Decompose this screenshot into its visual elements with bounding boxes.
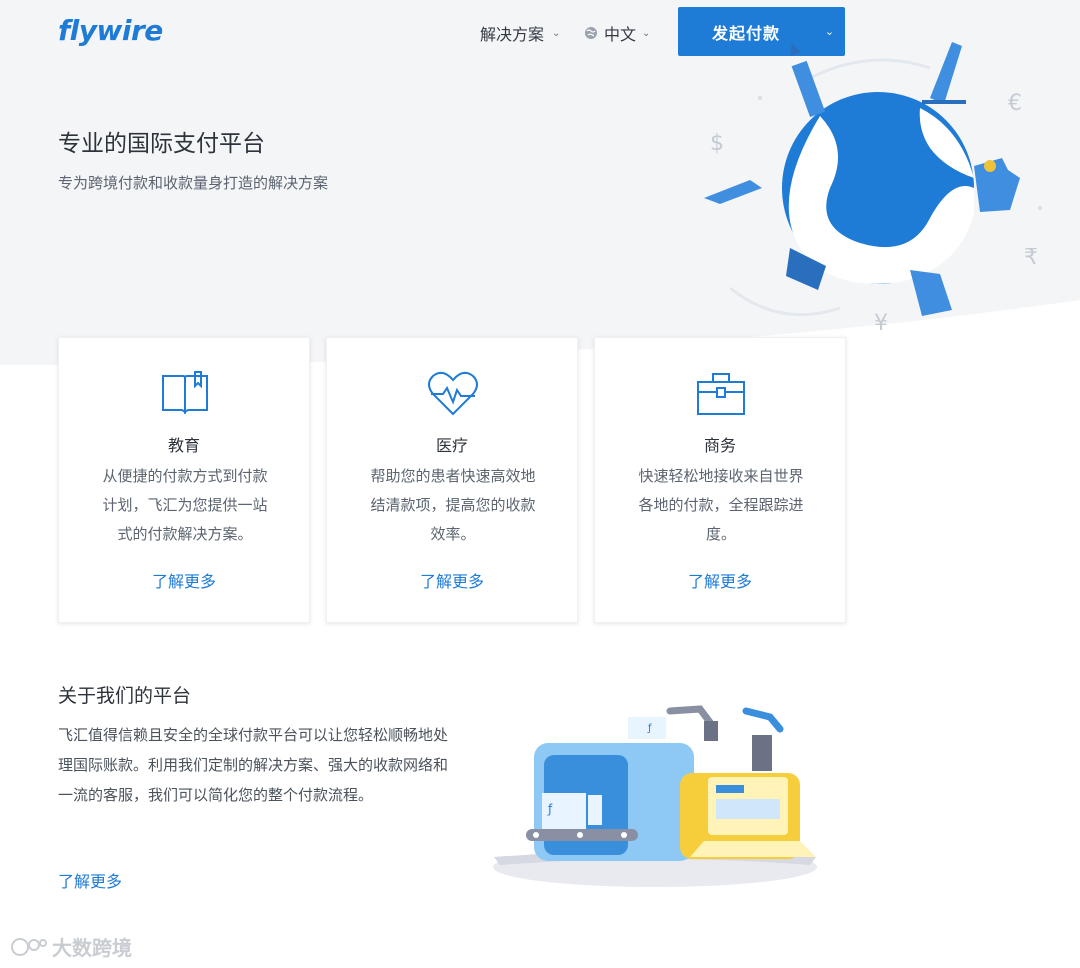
svg-text:ƒ: ƒ bbox=[647, 723, 652, 734]
heart-pulse-icon bbox=[428, 371, 478, 416]
about-title: 关于我们的平台 bbox=[58, 685, 192, 707]
dollar-symbol: $ bbox=[710, 131, 724, 156]
svg-text:ƒ: ƒ bbox=[547, 802, 553, 816]
card-desc-line: 度。 bbox=[705, 525, 736, 543]
flywire-logo[interactable]: flywire bbox=[58, 14, 163, 47]
card-title: 商务 bbox=[703, 436, 736, 455]
rupee-symbol: ₹ bbox=[1024, 245, 1038, 270]
nav-solutions-label: 解决方案 bbox=[480, 25, 545, 44]
language-selector[interactable]: 中文 ⌄ bbox=[584, 21, 650, 45]
hero-subtitle: 专为跨境付款和收款量身打造的解决方案 bbox=[58, 174, 329, 192]
hero-title: 专业的国际支付平台 bbox=[58, 131, 265, 157]
card-title: 教育 bbox=[167, 436, 200, 455]
learn-more-link[interactable]: 了解更多 bbox=[327, 568, 577, 592]
learn-more-link[interactable]: 了解更多 bbox=[595, 568, 845, 592]
card-desc-line: 快速轻松地接收来自世界 bbox=[638, 467, 804, 485]
watermark-text: 大数跨境 bbox=[52, 936, 132, 960]
language-label: 中文 bbox=[604, 25, 637, 44]
about-learn-more-link[interactable]: 了解更多 bbox=[58, 868, 122, 892]
card-desc-line: 计划，飞汇为您提供一站 bbox=[102, 496, 268, 514]
yen-symbol: ¥ bbox=[874, 311, 888, 336]
card-desc-line: 结清款项，提高您的收款 bbox=[370, 496, 536, 514]
about-body: 飞汇值得信赖且安全的全球付款平台可以让您轻松顺畅地处理国际账款。利用我们定制的解… bbox=[58, 726, 449, 804]
chevron-down-icon[interactable]: ⌄ bbox=[814, 25, 845, 38]
card-description: 帮助您的患者快速高效地 结清款项，提高您的收款 效率。 bbox=[357, 462, 549, 549]
globe-icon bbox=[585, 27, 597, 39]
card-desc-line: 效率。 bbox=[430, 525, 476, 543]
card-business: 商务 快速轻松地接收来自世界 各地的付款，全程跟踪进 度。 了解更多 bbox=[594, 337, 846, 623]
watermark: 大数跨境 bbox=[10, 932, 132, 961]
card-desc-line: 式的付款解决方案。 bbox=[117, 525, 253, 543]
card-desc-line: 从便捷的付款方式到付款 bbox=[102, 467, 268, 485]
card-desc-line: 各地的付款，全程跟踪进 bbox=[638, 496, 804, 514]
learn-more-link[interactable]: 了解更多 bbox=[59, 568, 309, 592]
watermark-logo-icon bbox=[11, 937, 47, 956]
chevron-down-icon: ⌄ bbox=[642, 27, 651, 39]
card-description: 快速轻松地接收来自世界 各地的付款，全程跟踪进 度。 bbox=[625, 462, 817, 549]
card-description: 从便捷的付款方式到付款 计划，飞汇为您提供一站 式的付款解决方案。 bbox=[89, 462, 281, 549]
card-healthcare: 医疗 帮助您的患者快速高效地 结清款项，提高您的收款 效率。 了解更多 bbox=[326, 337, 578, 623]
globe-illustration: $ € ₹ ¥ bbox=[704, 42, 1042, 336]
nav-solutions-dropdown[interactable]: 解决方案 ⌄ bbox=[480, 21, 560, 45]
chevron-down-icon: ⌄ bbox=[552, 27, 561, 39]
payment-machine-illustration: ƒ ƒ bbox=[493, 705, 817, 887]
book-icon bbox=[162, 371, 208, 415]
briefcase-icon bbox=[697, 373, 745, 415]
card-desc-line: 帮助您的患者快速高效地 bbox=[370, 467, 536, 485]
card-title: 医疗 bbox=[435, 436, 468, 455]
card-education: 教育 从便捷的付款方式到付款 计划，飞汇为您提供一站 式的付款解决方案。 了解更… bbox=[58, 337, 310, 623]
euro-symbol: € bbox=[1008, 91, 1022, 116]
